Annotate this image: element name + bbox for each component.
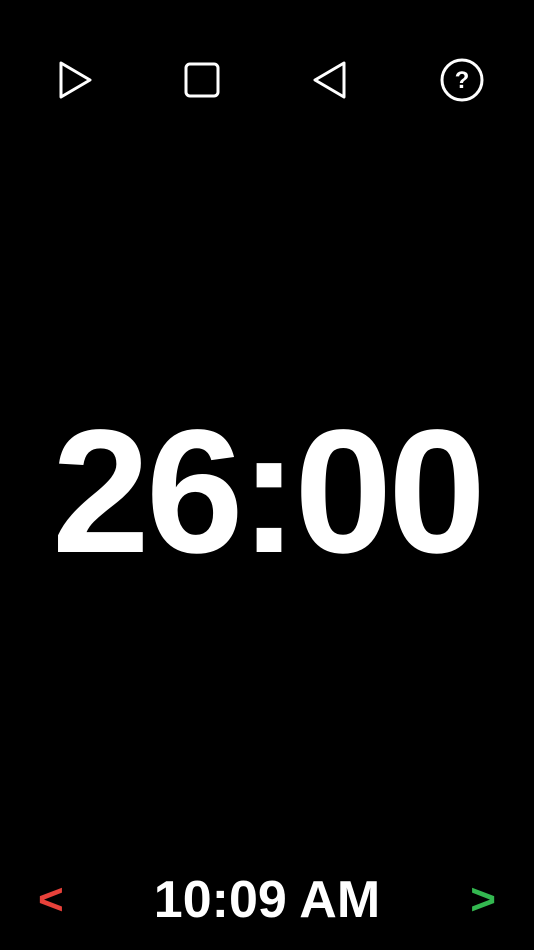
timer-display: 26:00: [51, 394, 486, 590]
stop-button[interactable]: [178, 56, 226, 104]
help-button[interactable]: ?: [438, 56, 486, 104]
play-icon: [59, 61, 92, 99]
stop-icon: [184, 62, 220, 98]
next-arrow-button[interactable]: >: [470, 868, 496, 932]
help-glyph: ?: [455, 67, 470, 94]
help-icon: ?: [440, 58, 484, 102]
toolbar: ?: [0, 0, 534, 160]
play-button[interactable]: [51, 56, 99, 104]
back-triangle-icon: [313, 61, 346, 99]
footer: < 10:09 AM >: [0, 868, 534, 932]
back-button[interactable]: [306, 56, 354, 104]
current-time: 10:09 AM: [153, 871, 381, 929]
